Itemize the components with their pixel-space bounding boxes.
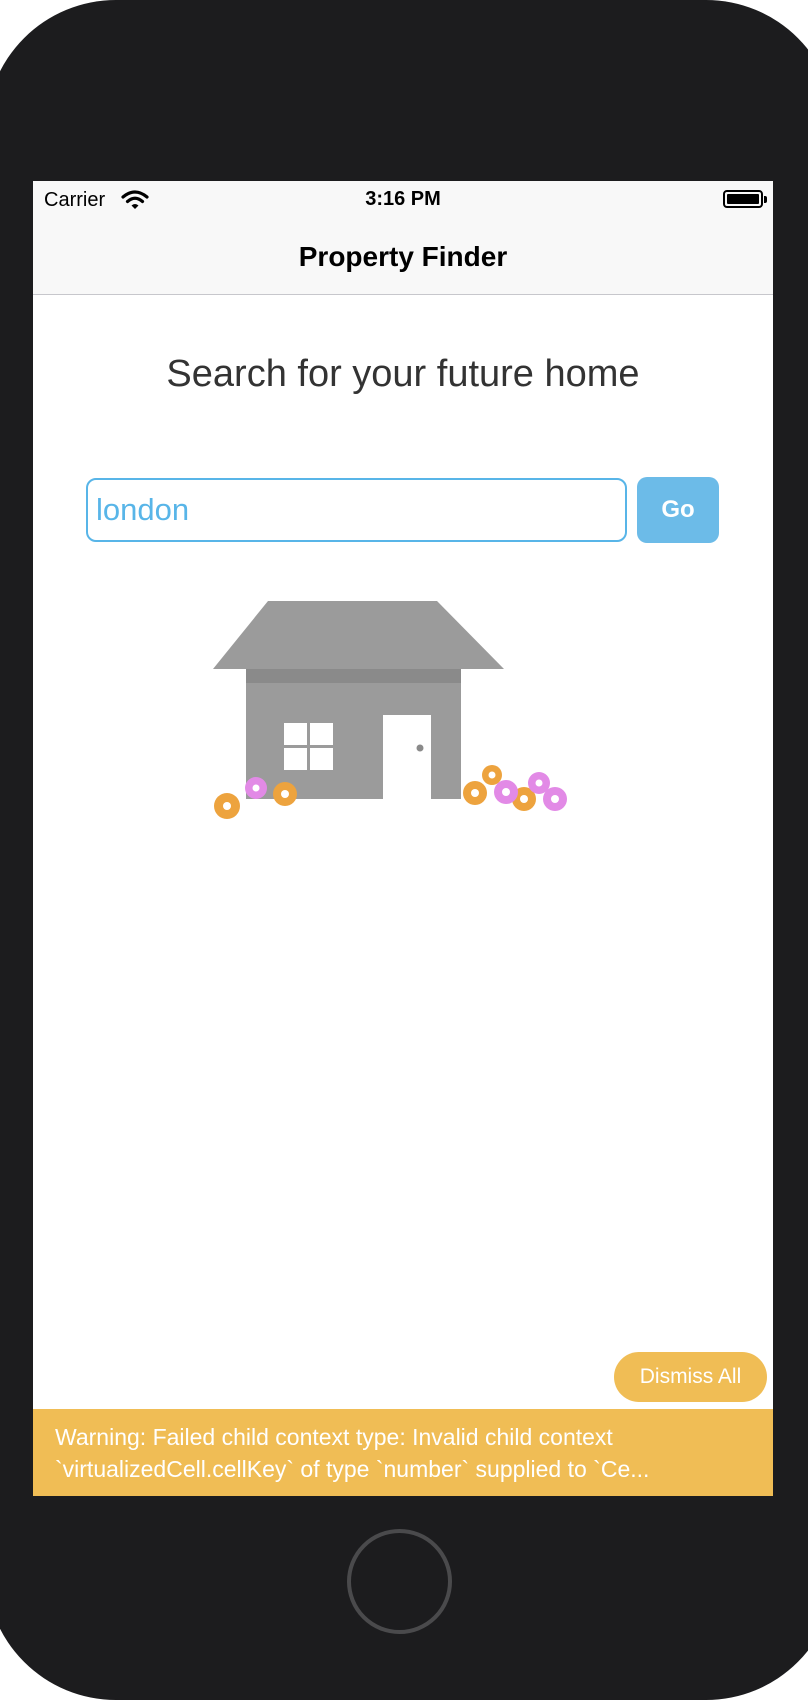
warning-text-line-2: `virtualizedCell.cellKey` of type `numbe… (55, 1456, 650, 1482)
go-button[interactable]: Go (637, 477, 719, 543)
dismiss-all-button[interactable]: Dismiss All (614, 1352, 767, 1402)
search-headline: Search for your future home (166, 353, 640, 395)
navigation-bar: Property Finder (33, 221, 773, 295)
home-button[interactable] (347, 1529, 452, 1634)
house-illustration (213, 601, 567, 819)
warning-toast[interactable]: Warning: Failed child context type: Inva… (33, 1409, 773, 1496)
battery-icon (723, 190, 767, 208)
page-title: Property Finder (298, 241, 508, 272)
warning-text-line-1: Warning: Failed child context type: Inva… (55, 1424, 613, 1450)
status-time: 3:16 PM (365, 188, 441, 210)
search-input[interactable] (86, 478, 627, 542)
status-bar: Carrier 3:16 PM (33, 181, 773, 221)
app-screen: Carrier 3:16 PM Property Finder Search f… (33, 181, 773, 1496)
